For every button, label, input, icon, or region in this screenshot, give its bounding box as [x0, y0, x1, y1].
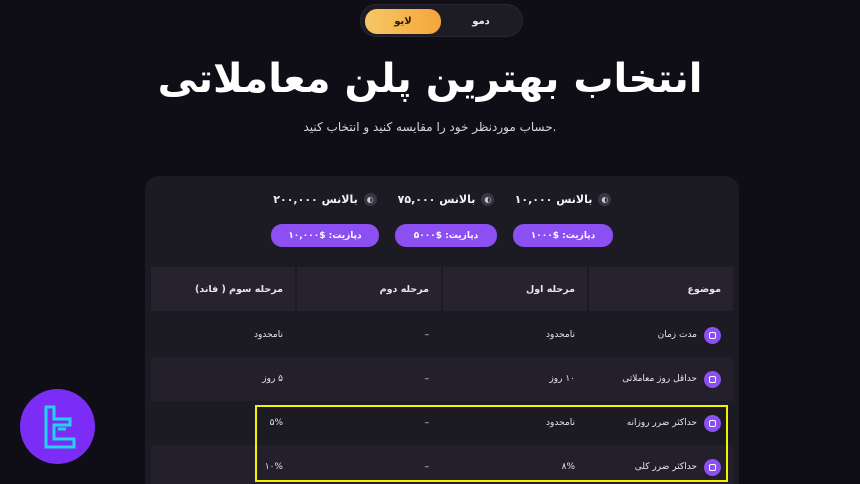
- cell-phase1: ۸%: [561, 462, 575, 472]
- cell-phase2: –: [424, 330, 430, 340]
- cell-phase3: ۱۰%: [264, 462, 283, 472]
- cell-phase3: ۵ روز: [262, 374, 283, 384]
- coins-icon: ◐: [481, 192, 495, 206]
- cell-topic: حداکثر ضرر روزانه: [589, 401, 733, 445]
- topic-label: مدت زمان: [657, 330, 697, 340]
- deposit-button-200k[interactable]: دپازیت: $۱۰,۰۰۰: [271, 224, 379, 247]
- download-icon: [704, 458, 721, 476]
- topic-label: حداکثر ضرر روزانه: [626, 418, 697, 428]
- header-phase1: مرحله اول: [443, 267, 587, 311]
- coins-icon: ◐: [598, 192, 612, 206]
- header-phase2: مرحله دوم: [297, 267, 441, 311]
- calendar-icon: [704, 370, 721, 388]
- cell-phase3: نامحدود: [254, 330, 283, 340]
- table-header-row: مرحله سوم ( فاند) مرحله دوم مرحله اول مو…: [151, 267, 733, 311]
- topic-label: حداقل روز معاملاتی: [622, 374, 697, 384]
- table-row: ۱۰% – ۸% حداکثر ضرر کلی: [151, 445, 733, 484]
- header-topic: موضوع: [589, 267, 733, 311]
- gauge-icon: [704, 414, 721, 432]
- logo-mark-icon: [44, 405, 75, 448]
- cell-topic: حداقل روز معاملاتی: [589, 357, 733, 401]
- table-row: ۵ روز – ۱۰ روز حداقل روز معاملاتی: [151, 357, 733, 401]
- live-option[interactable]: لایو: [365, 9, 441, 34]
- cell-phase2: –: [424, 374, 430, 384]
- cell-topic: مدت زمان: [589, 313, 733, 357]
- page-title: انتخاب بهترین پلن معاملاتی: [157, 56, 703, 102]
- demo-option[interactable]: دمو: [443, 9, 519, 34]
- plan-75k: ۷۵,۰۰۰ بالانس ◐ دپازیت: $۵۰۰۰: [395, 190, 497, 247]
- cell-phase1: نامحدود: [546, 418, 575, 428]
- topic-label: حداکثر ضرر کلی: [634, 462, 697, 472]
- coins-icon: ◐: [363, 192, 377, 206]
- table-row: ۵% – نامحدود حداکثر ضرر روزانه: [151, 401, 733, 445]
- plan-balance: ۲۰۰,۰۰۰ بالانس: [273, 192, 358, 206]
- page-subtitle: حساب موردنظر خود را مقایسه کنید و انتخاب…: [303, 120, 557, 134]
- cell-phase3: ۵%: [269, 418, 283, 428]
- plan-balance: ۱۰,۰۰۰ بالانس: [514, 192, 593, 206]
- account-type-toggle[interactable]: لایو دمو: [360, 4, 523, 37]
- table-row: نامحدود – نامحدود مدت زمان: [151, 313, 733, 357]
- brand-logo: [20, 389, 95, 464]
- cell-phase2: –: [424, 418, 430, 428]
- cell-phase1: ۱۰ روز: [549, 374, 575, 384]
- deposit-button-10k[interactable]: دپازیت: $۱۰۰۰: [513, 224, 613, 247]
- deposit-button-75k[interactable]: دپازیت: $۵۰۰۰: [395, 224, 497, 247]
- cell-phase1: نامحدود: [546, 330, 575, 340]
- plan-10k: ۱۰,۰۰۰ بالانس ◐ دپازیت: $۱۰۰۰: [513, 190, 613, 247]
- header-phase3: مرحله سوم ( فاند): [151, 267, 295, 311]
- plan-balance: ۷۵,۰۰۰ بالانس: [397, 192, 476, 206]
- plan-200k: ۲۰۰,۰۰۰ بالانس ◐ دپازیت: $۱۰,۰۰۰: [271, 190, 379, 247]
- clock-icon: [704, 326, 721, 344]
- cell-phase2: –: [424, 462, 430, 472]
- cell-topic: حداکثر ضرر کلی: [589, 445, 733, 484]
